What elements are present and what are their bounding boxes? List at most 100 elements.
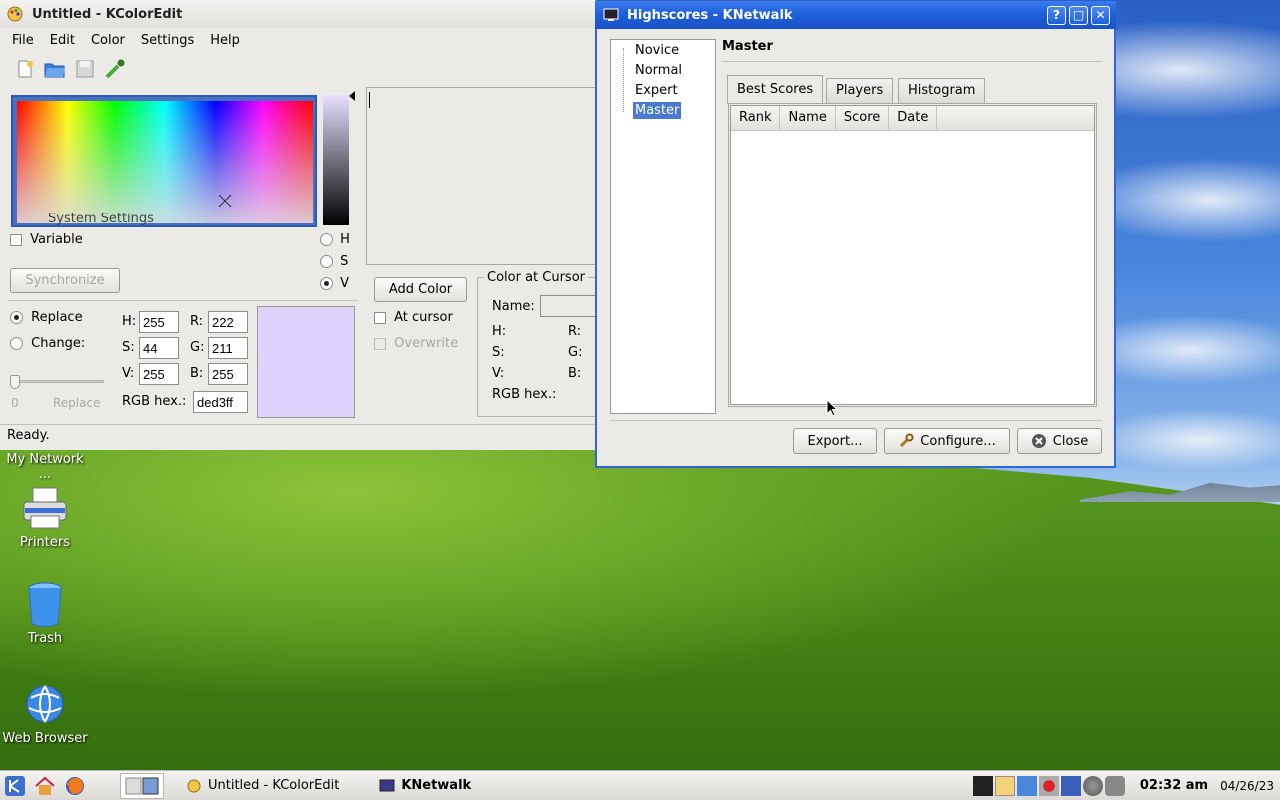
printer-tray-icon[interactable] [1104,775,1125,796]
value-strip[interactable] [323,95,349,225]
desktop-icon-web-browser[interactable]: Web Browser [0,680,90,746]
rgbhex-input[interactable] [193,391,248,413]
help-icon[interactable]: ? [1047,5,1066,25]
menu-color[interactable]: Color [83,33,133,48]
desktop-pager[interactable] [120,772,164,799]
overwrite-checkbox[interactable]: Overwrite [374,336,458,351]
radio-s[interactable]: S [320,254,348,269]
export-label: Export... [807,433,863,449]
highscores-titlebar[interactable]: Highscores - KNetwalk ? □ ✕ [595,1,1116,29]
radio-h[interactable]: H [320,232,350,247]
variable-check[interactable] [10,233,22,246]
system-settings-text: System Settings [30,213,160,227]
slider-value-label: Replace [53,396,101,410]
radio-h-circle[interactable] [320,233,333,246]
synchronize-button[interactable]: Synchronize [10,268,120,293]
level-item-expert[interactable]: Expert [633,82,680,99]
color-picker-icon[interactable] [104,58,126,80]
tab-label: Histogram [908,83,976,98]
overwrite-check[interactable] [374,337,386,350]
column-header-score[interactable]: Score [836,106,890,130]
configure-button[interactable]: Configure... [884,428,1010,454]
cursor-g-label: G: [568,345,583,360]
network-tray-icon[interactable] [1016,775,1037,796]
pager-icon [125,777,159,794]
clock-time[interactable]: 02:32 am [1140,778,1208,793]
variable-checkbox[interactable]: Variable [10,232,83,247]
tab-players[interactable]: Players [826,78,894,103]
new-file-icon[interactable] [14,58,36,80]
at-cursor-label: At cursor [394,310,453,325]
add-color-button[interactable]: Add Color [374,277,467,302]
cursor-rgbhex-label: RGB hex.: [492,387,557,402]
column-header-rank[interactable]: Rank [731,106,781,130]
maximize-icon[interactable]: □ [1069,5,1088,25]
open-folder-icon[interactable] [44,58,66,80]
change-radio-circle[interactable] [10,337,23,350]
b-input[interactable] [208,363,248,385]
radio-s-circle[interactable] [320,255,333,268]
replace-radio-circle[interactable] [10,311,23,324]
change-radio[interactable]: Change: [10,336,85,351]
cursor-s-label: S: [492,345,505,360]
knetwalk-app-icon [603,8,619,21]
radio-v-circle[interactable] [320,277,333,290]
wallpaper-hill [0,430,1280,770]
kcoloredit-titlebar[interactable]: Untitled - KColorEdit [0,0,595,28]
menu-help[interactable]: Help [202,33,248,48]
tab-best-scores[interactable]: Best Scores [727,75,824,104]
level-item-normal[interactable]: Normal [633,62,684,79]
v-input[interactable] [139,363,179,385]
column-header-name[interactable]: Name [780,106,836,130]
close-icon[interactable]: ✕ [1091,5,1110,25]
klipper-tray-icon[interactable] [994,775,1015,796]
value-marker[interactable] [349,91,355,101]
scores-table: Rank Name Score Date [730,105,1095,405]
terminal-tray-icon[interactable] [972,775,993,796]
replace-slider[interactable] [12,380,104,383]
s-input[interactable] [139,337,179,359]
status-text: Ready. [7,428,50,443]
replace-radio[interactable]: Replace [10,310,83,325]
update-tray-icon[interactable] [1038,775,1059,796]
status-bar: Ready. [0,424,596,448]
task-label: KNetwalk [401,778,472,793]
mouse-pointer-icon [826,399,838,417]
close-button[interactable]: Close [1017,428,1102,454]
firefox-launcher[interactable] [60,773,90,799]
color-text-area[interactable] [366,87,596,265]
export-button[interactable]: Export... [793,428,877,454]
tab-histogram[interactable]: Histogram [898,78,986,103]
clock-date[interactable]: 04/26/23 [1220,779,1274,793]
home-launcher[interactable] [30,773,60,799]
kmenu-button[interactable] [0,773,30,799]
tree-line [623,48,624,112]
cursor-name-input[interactable] [540,295,600,317]
window-title: Highscores - KNetwalk [627,7,793,23]
menu-edit[interactable]: Edit [42,33,83,48]
desktop-icon-network[interactable]: My Network ... [0,452,90,482]
g-input[interactable] [208,337,248,359]
display-tray-icon[interactable] [1060,775,1081,796]
level-item-master[interactable]: Master [633,102,682,119]
volume-tray-icon[interactable] [1082,775,1103,796]
h-input[interactable] [139,311,179,333]
at-cursor-checkbox[interactable]: At cursor [374,310,453,325]
task-knetwalk[interactable]: KNetwalk [371,773,479,799]
h-label: H: [122,314,137,329]
at-cursor-check[interactable] [374,311,386,324]
radio-v[interactable]: V [320,276,349,291]
task-kcoloredit[interactable]: Untitled - KColorEdit [178,773,347,799]
level-item-novice[interactable]: Novice [633,42,681,59]
tab-label: Best Scores [737,82,814,97]
menu-settings[interactable]: Settings [133,33,202,48]
desktop-icon-printers[interactable]: Printers [0,486,90,550]
save-icon[interactable] [74,58,96,80]
slider-handle[interactable] [10,375,20,389]
menu-file[interactable]: File [4,33,42,48]
color-palette[interactable] [17,101,313,223]
r-input[interactable] [208,311,248,333]
column-header-date[interactable]: Date [889,106,938,130]
g-label: G: [190,340,205,355]
desktop-icon-trash[interactable]: Trash [0,582,90,646]
